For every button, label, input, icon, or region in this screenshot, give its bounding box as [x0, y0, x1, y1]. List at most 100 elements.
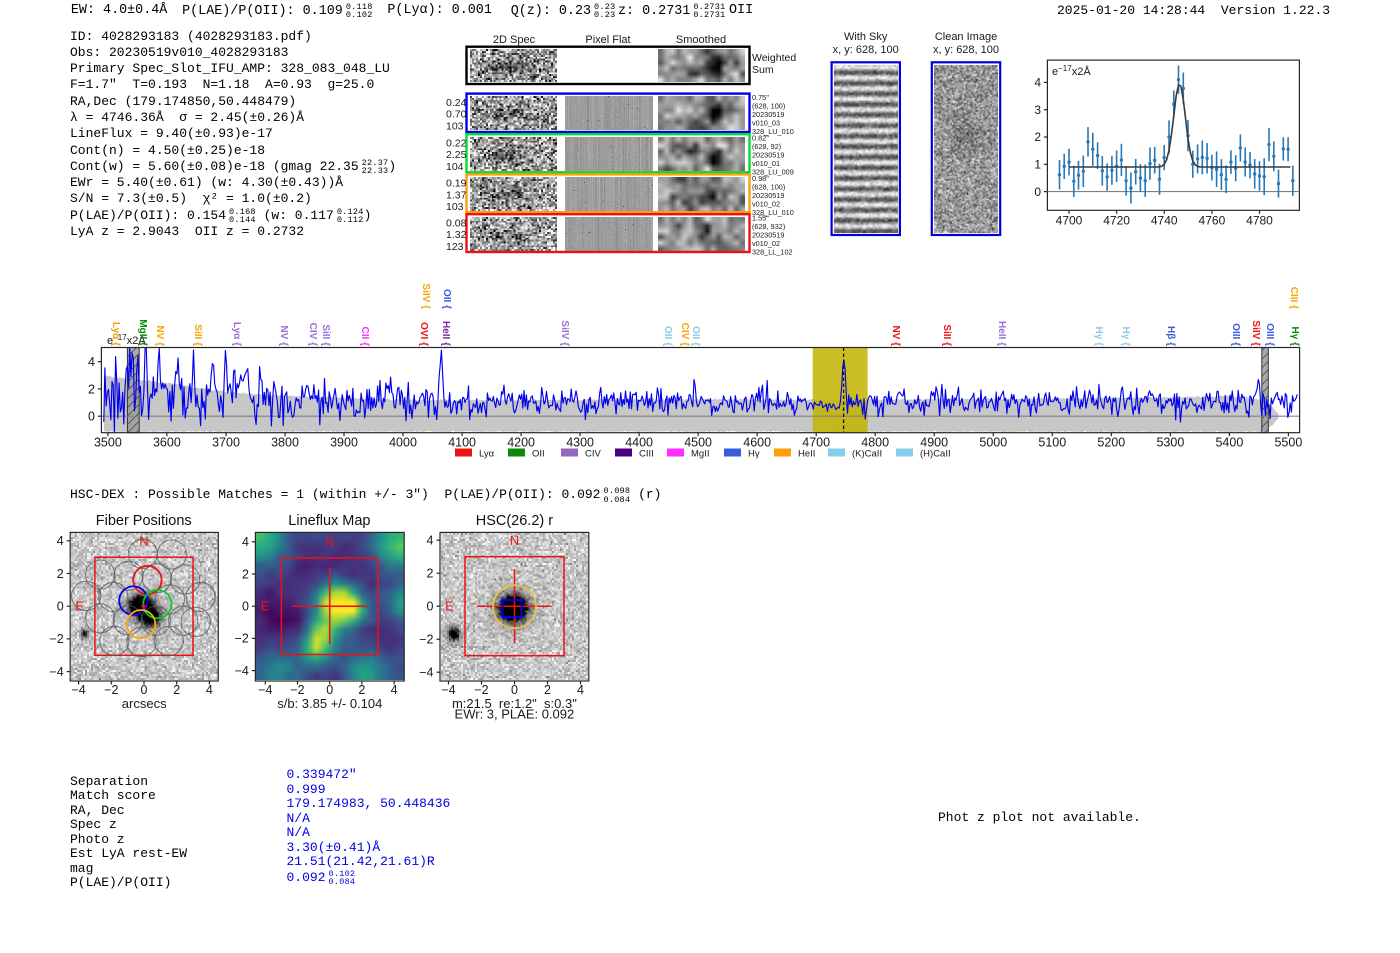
- svg-text:3900: 3900: [330, 436, 358, 450]
- svg-text:N: N: [510, 533, 519, 548]
- svg-text:4800: 4800: [861, 436, 889, 450]
- svg-text:NV {: NV {: [890, 325, 901, 346]
- svg-text:2D Spec: 2D Spec: [493, 34, 536, 46]
- svg-text:2: 2: [88, 382, 95, 396]
- svg-text:0.70: 0.70: [446, 109, 467, 121]
- svg-text:Hγ: Hγ: [748, 449, 760, 460]
- svg-text:5200: 5200: [1097, 436, 1125, 450]
- svg-text:SiII {: SiII {: [941, 324, 952, 346]
- svg-text:4: 4: [57, 534, 64, 548]
- svg-text:Lineflux Map: Lineflux Map: [288, 513, 370, 529]
- svg-text:4740: 4740: [1151, 214, 1178, 228]
- svg-text:EWr: 3, PLAE: 0.092: EWr: 3, PLAE: 0.092: [455, 707, 575, 722]
- svg-text:−4: −4: [441, 683, 455, 697]
- svg-text:Hγ {: Hγ {: [1093, 327, 1104, 347]
- svg-text:s/b: 3.85 +/- 0.104: s/b: 3.85 +/- 0.104: [277, 696, 382, 711]
- svg-text:0.24: 0.24: [446, 97, 467, 109]
- svg-text:−4: −4: [258, 683, 272, 697]
- svg-text:−4: −4: [71, 683, 85, 697]
- svg-text:4200: 4200: [507, 436, 535, 450]
- svg-text:4100: 4100: [448, 436, 476, 450]
- svg-text:2: 2: [242, 567, 249, 581]
- svg-text:Pixel Flat: Pixel Flat: [585, 34, 630, 46]
- svg-text:Sum: Sum: [752, 64, 774, 76]
- svg-text:4600: 4600: [743, 436, 771, 450]
- svg-text:0: 0: [1034, 185, 1041, 199]
- svg-text:Lyα {: Lyα {: [231, 322, 242, 346]
- svg-text:HSC(26.2) r: HSC(26.2) r: [476, 513, 554, 529]
- svg-text:103: 103: [446, 120, 464, 132]
- svg-text:4900: 4900: [920, 436, 948, 450]
- svg-text:Weighted: Weighted: [752, 52, 796, 64]
- svg-text:4: 4: [391, 683, 398, 697]
- svg-text:3700: 3700: [212, 436, 240, 450]
- svg-text:NV {: NV {: [278, 325, 289, 346]
- svg-text:0: 0: [242, 600, 249, 614]
- svg-text:5300: 5300: [1156, 436, 1184, 450]
- svg-text:OII {: OII {: [662, 326, 673, 346]
- svg-text:SiIV {: SiIV {: [420, 283, 431, 309]
- svg-text:2.25: 2.25: [446, 149, 467, 161]
- svg-text:104: 104: [446, 161, 464, 173]
- svg-text:Fiber Positions: Fiber Positions: [96, 513, 192, 529]
- svg-text:E: E: [75, 599, 84, 614]
- svg-text:0: 0: [57, 600, 64, 614]
- svg-text:5100: 5100: [1038, 436, 1066, 450]
- svg-text:OII {: OII {: [441, 289, 452, 309]
- svg-text:0: 0: [427, 600, 434, 614]
- svg-text:0.22: 0.22: [446, 137, 467, 149]
- svg-text:OII: OII: [532, 449, 545, 460]
- svg-text:4720: 4720: [1103, 214, 1130, 228]
- svg-text:OIII {: OIII {: [1264, 323, 1275, 346]
- svg-text:4000: 4000: [389, 436, 417, 450]
- svg-text:Clean Image: Clean Image: [935, 31, 997, 43]
- svg-text:4780: 4780: [1246, 214, 1273, 228]
- svg-text:CIII: CIII: [639, 449, 654, 460]
- svg-text:x, y: 628, 100: x, y: 628, 100: [833, 44, 899, 56]
- svg-text:0.19: 0.19: [446, 178, 467, 190]
- svg-text:4: 4: [88, 355, 95, 369]
- svg-text:HeII: HeII: [798, 449, 815, 460]
- svg-text:4: 4: [427, 534, 434, 548]
- svg-text:Hβ {: Hβ {: [1165, 326, 1176, 346]
- svg-text:0: 0: [326, 683, 333, 697]
- svg-text:1.32: 1.32: [446, 229, 467, 241]
- svg-text:2: 2: [427, 567, 434, 581]
- svg-text:4500: 4500: [684, 436, 712, 450]
- svg-text:1: 1: [1034, 158, 1041, 172]
- svg-text:4: 4: [206, 683, 213, 697]
- svg-text:HeII {: HeII {: [440, 321, 451, 346]
- svg-text:Smoothed: Smoothed: [676, 34, 726, 46]
- svg-text:−2: −2: [235, 632, 249, 646]
- svg-text:CIV {: CIV {: [307, 323, 318, 346]
- svg-text:4300: 4300: [566, 436, 594, 450]
- svg-text:−2: −2: [104, 683, 118, 697]
- svg-text:arcsecs: arcsecs: [122, 696, 167, 711]
- svg-text:(K)CaII: (K)CaII: [852, 449, 882, 460]
- svg-text:2: 2: [57, 567, 64, 581]
- svg-text:4700: 4700: [802, 436, 830, 450]
- svg-text:E: E: [261, 599, 270, 614]
- svg-text:SiII {: SiII {: [192, 324, 203, 346]
- svg-text:103: 103: [446, 201, 464, 213]
- svg-text:E: E: [445, 599, 454, 614]
- svg-text:4: 4: [577, 683, 584, 697]
- svg-text:(H)CaII: (H)CaII: [920, 449, 951, 460]
- svg-text:123: 123: [446, 241, 464, 253]
- svg-text:SiIV {: SiIV {: [1250, 320, 1261, 346]
- svg-text:OIII {: OIII {: [1230, 323, 1241, 346]
- svg-text:OVI {: OVI {: [418, 322, 429, 346]
- svg-text:MgII: MgII: [691, 449, 709, 460]
- svg-text:Lyα {: Lyα {: [110, 322, 121, 346]
- svg-text:2: 2: [358, 683, 365, 697]
- svg-text:−2: −2: [49, 632, 63, 646]
- svg-text:1.37: 1.37: [446, 189, 467, 201]
- svg-text:2: 2: [173, 683, 180, 697]
- svg-text:2: 2: [544, 683, 551, 697]
- svg-text:Hγ {: Hγ {: [1120, 327, 1131, 347]
- svg-text:N: N: [325, 535, 334, 550]
- svg-text:HeII {: HeII {: [996, 321, 1007, 346]
- svg-text:4: 4: [1034, 76, 1041, 90]
- svg-text:Hγ {: Hγ {: [1289, 327, 1300, 347]
- svg-text:4: 4: [242, 535, 249, 549]
